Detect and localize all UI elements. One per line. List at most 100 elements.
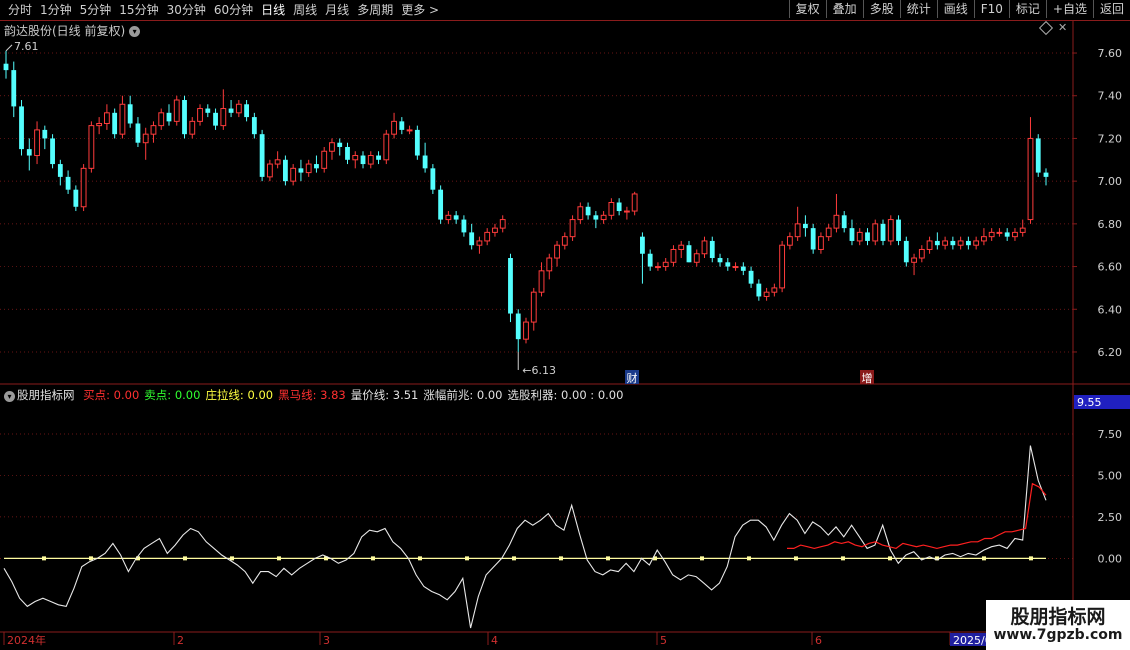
candle-body [740, 266, 746, 271]
price-tick-label: 7.40 [1098, 90, 1123, 103]
candle-body [112, 112, 118, 135]
candle-body [150, 125, 157, 135]
candle-body [763, 291, 770, 297]
candle-body [662, 261, 669, 268]
candle-body [686, 245, 692, 263]
candle-body [391, 120, 397, 135]
candle-body [182, 100, 187, 135]
candle-body [965, 240, 971, 246]
candle-body [640, 236, 645, 254]
stock-chart[interactable]: 7.60 7.40 7.20 7.00 6.80 6.60 6.40 6.20 7.61 ←6.1… [0, 0, 1130, 650]
candle-body [228, 108, 234, 113]
event-marker-label: 增 [862, 371, 873, 385]
candle-body [779, 244, 786, 289]
candle-body [422, 155, 428, 169]
candle-body [561, 236, 568, 246]
indicator-tick-label: 5.00 [1098, 469, 1123, 482]
candle-body [173, 99, 180, 122]
candle-body [235, 103, 242, 114]
candle-body [988, 231, 995, 238]
candle-body [103, 112, 110, 124]
zero-line-dot [512, 556, 516, 561]
event-marker-label: 财 [627, 371, 638, 385]
candle-body [818, 236, 824, 250]
watermark-title: 股朋指标网 [1010, 606, 1106, 628]
candle-body [896, 219, 901, 241]
candle-body [872, 223, 879, 242]
candle-body [383, 133, 390, 161]
date-label: 2 [177, 634, 184, 647]
price-tick-label: 7.00 [1098, 175, 1123, 188]
zero-line-dot [559, 556, 563, 561]
candle-body [942, 240, 949, 246]
watermark: 股朋指标网 www.7gpzb.com [986, 600, 1130, 650]
zero-line-dot [794, 556, 798, 561]
candle-body [484, 231, 491, 242]
candle-body [197, 108, 203, 122]
candle-body [887, 219, 894, 242]
candle-body [631, 193, 638, 212]
candle-body [593, 215, 599, 220]
candle-body [1043, 172, 1049, 177]
date-label: 5 [660, 634, 667, 647]
zero-line-dot [183, 556, 187, 561]
candle-body [926, 240, 933, 250]
zero-line-dot [277, 556, 281, 561]
candle-body [26, 149, 32, 156]
candle-body [833, 214, 840, 229]
zero-line-dot [230, 556, 234, 561]
candle-body [523, 321, 529, 340]
candle-body [670, 248, 677, 263]
candle-body [476, 240, 483, 246]
candle-body [414, 129, 420, 156]
price-tick-label: 6.80 [1098, 218, 1123, 231]
candle-body [166, 112, 172, 122]
low-label: ←6.13 [522, 364, 556, 377]
date-label: 3 [323, 634, 330, 647]
price-tick-label: 7.20 [1098, 132, 1123, 145]
candle-body [623, 210, 630, 213]
candle-body [298, 168, 304, 173]
candle-body [950, 240, 956, 246]
indicator-white-line [3, 445, 1047, 629]
indicator-tick-label: 2.50 [1098, 511, 1123, 524]
candle-body [73, 189, 79, 207]
date-label: 4 [491, 634, 498, 647]
zero-line-dot [371, 556, 375, 561]
candle-body [282, 159, 288, 182]
zero-line-dot [42, 556, 46, 561]
candle-body [329, 142, 335, 152]
candle-body [530, 291, 537, 323]
candle-body [3, 63, 9, 71]
zero-line-dot [841, 556, 845, 561]
candle-body [748, 270, 754, 284]
candle-body [266, 163, 273, 178]
candle-body [701, 240, 708, 255]
candle-body [616, 202, 622, 212]
candle-body [1027, 137, 1034, 221]
candle-body [841, 215, 847, 229]
candle-body [1004, 232, 1010, 237]
candle-body [492, 227, 498, 233]
candle-body [461, 219, 467, 233]
candle-body [135, 123, 141, 143]
candle-body [717, 258, 723, 263]
candle-body [825, 227, 832, 238]
candle-body [352, 155, 359, 161]
candle-body [499, 219, 506, 229]
candle-body [251, 117, 257, 135]
candle-body [996, 231, 1003, 234]
candle-body [1012, 231, 1018, 238]
candle-body [546, 257, 553, 272]
candle-body [934, 240, 940, 246]
candle-body [274, 159, 281, 165]
zero-line-dot [1029, 556, 1033, 561]
candle-body [259, 134, 265, 177]
candle-body [445, 214, 452, 221]
candle-body [732, 266, 739, 269]
candle-body [693, 253, 700, 263]
candle-body [406, 129, 413, 132]
zero-line-dot [700, 556, 704, 561]
candle-body [11, 70, 17, 107]
candle-body [771, 287, 778, 293]
